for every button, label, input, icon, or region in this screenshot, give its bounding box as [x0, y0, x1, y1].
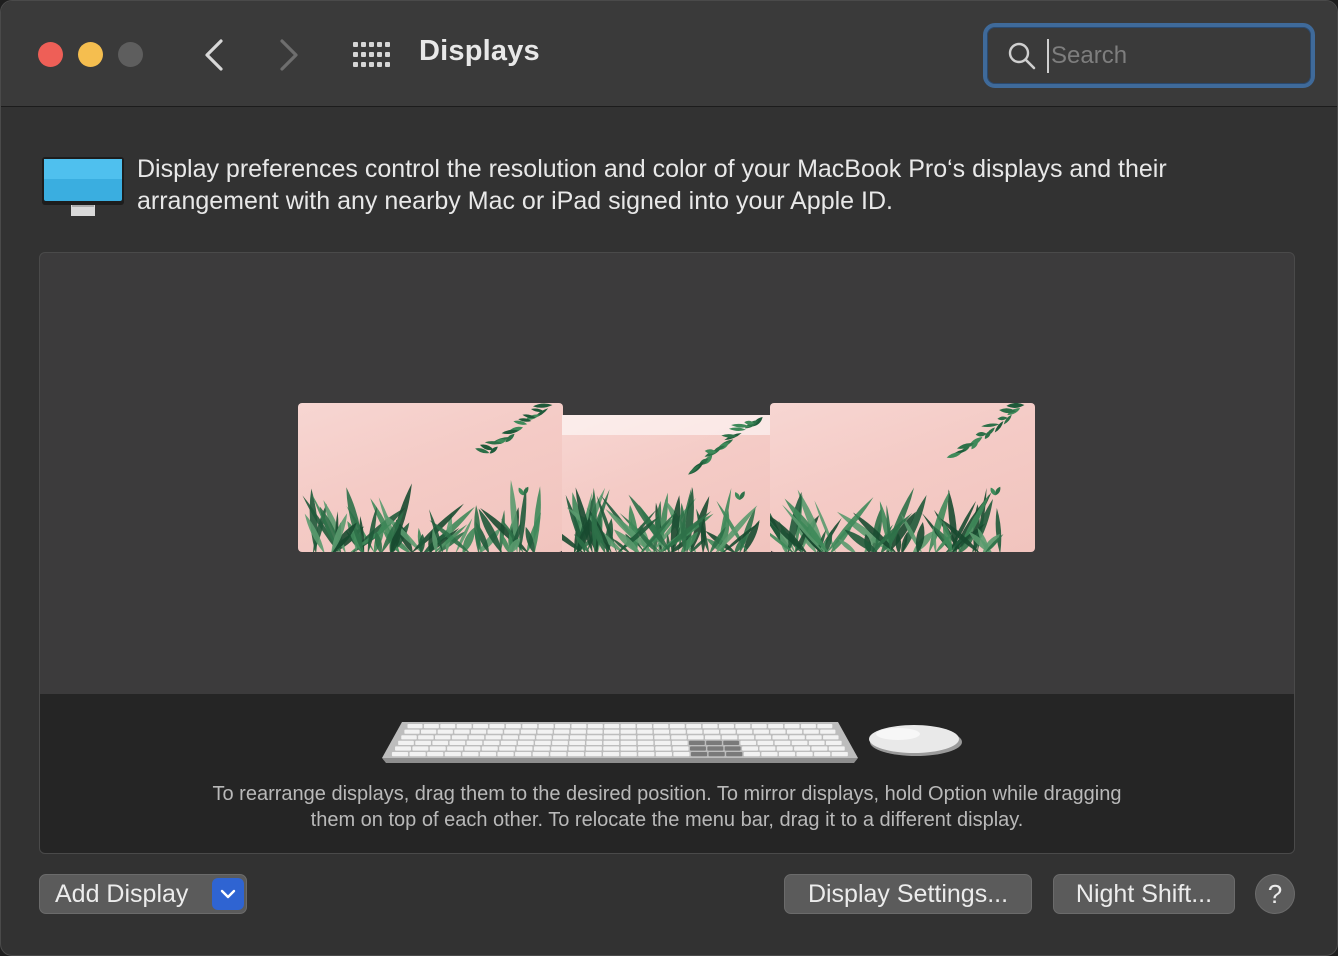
wallpaper-foliage — [302, 403, 553, 552]
zoom-icon[interactable] — [118, 42, 143, 67]
add-display-button[interactable]: Add Display — [39, 874, 247, 914]
grid-icon[interactable] — [351, 40, 391, 70]
description-text: Display preferences control the resoluti… — [137, 155, 1167, 215]
wallpaper-foliage — [562, 417, 763, 552]
display-thumbnail-left[interactable] — [298, 403, 563, 552]
arrangement-hint: To rearrange displays, drag them to the … — [40, 781, 1294, 833]
hint-line-2: them on top of each other. To relocate t… — [310, 809, 1024, 831]
night-shift-button[interactable]: Night Shift... — [1053, 874, 1235, 914]
search-icon — [1007, 41, 1037, 71]
display-arrangement-panel: To rearrange displays, drag them to the … — [39, 252, 1295, 854]
close-icon[interactable] — [38, 42, 63, 67]
display-thumbnail-center[interactable] — [562, 415, 771, 552]
chevron-down-icon[interactable] — [212, 878, 244, 910]
titlebar: Displays — [1, 1, 1337, 107]
search-input[interactable] — [1047, 39, 1297, 73]
chevron-left-icon[interactable] — [199, 37, 229, 73]
mouse-icon — [868, 720, 964, 760]
help-button[interactable]: ? — [1255, 874, 1295, 914]
display-settings-button[interactable]: Display Settings... — [784, 874, 1032, 914]
add-display-label: Add Display — [55, 879, 189, 908]
search-field[interactable] — [983, 23, 1315, 88]
minimize-icon[interactable] — [78, 42, 103, 67]
wallpaper-foliage — [770, 403, 1025, 552]
keyboard-icon — [380, 720, 860, 764]
page-title: Displays — [419, 35, 540, 67]
chevron-right-icon[interactable] — [274, 37, 304, 73]
system-preferences-window: Displays Display preferences control the… — [0, 0, 1338, 956]
hint-line-1: To rearrange displays, drag them to the … — [212, 783, 1122, 805]
display-thumbnail-right[interactable] — [770, 403, 1035, 552]
display-icon — [41, 156, 125, 220]
